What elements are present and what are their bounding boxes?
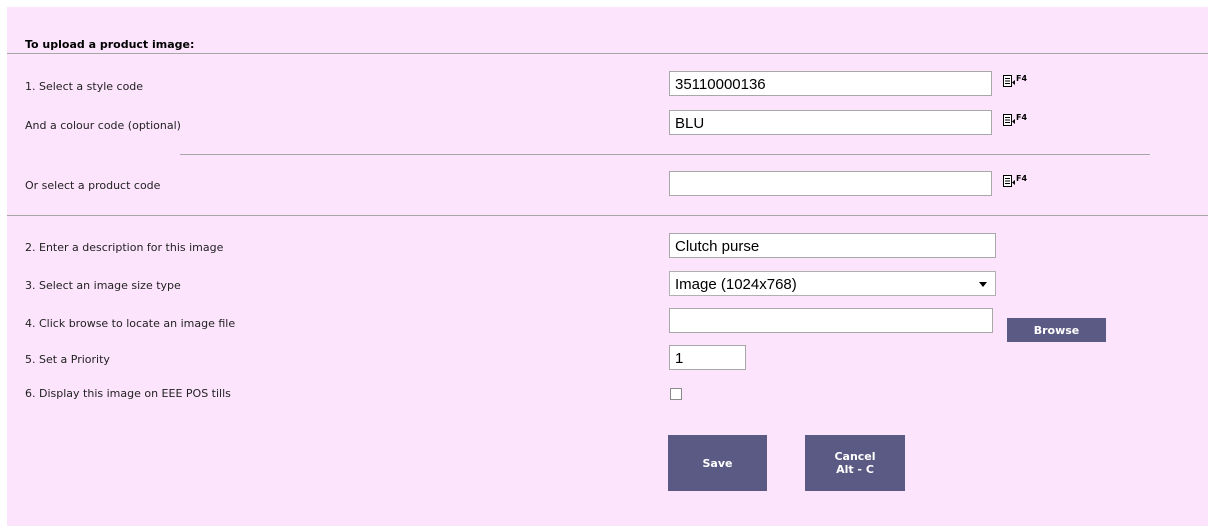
browse-button[interactable]: Browse	[1007, 318, 1106, 342]
style-code-input[interactable]: 35110000136	[669, 71, 992, 96]
divider	[7, 53, 1208, 54]
lookup-key-text: F4	[1016, 174, 1027, 183]
priority-input[interactable]: 1	[669, 345, 746, 370]
style-code-lookup-icon[interactable]: F4	[1002, 74, 1032, 90]
upload-form-panel: To upload a product image: 1. Select a s…	[7, 7, 1208, 526]
style-code-label: 1. Select a style code	[25, 80, 144, 93]
size-type-label: 3. Select an image size type	[25, 279, 181, 292]
chevron-down-icon	[979, 282, 987, 287]
divider	[7, 215, 1208, 216]
colour-code-lookup-icon[interactable]: F4	[1002, 113, 1032, 129]
pos-display-label: 6. Display this image on EEE POS tills	[25, 387, 231, 400]
file-label: 4. Click browse to locate an image file	[25, 317, 236, 330]
size-type-select[interactable]: Image (1024x768)	[669, 271, 996, 296]
save-button[interactable]: Save	[668, 435, 767, 491]
lookup-key-text: F4	[1016, 74, 1027, 83]
form-title: To upload a product image:	[25, 38, 195, 51]
product-code-lookup-icon[interactable]: F4	[1002, 174, 1032, 190]
colour-code-label: And a colour code (optional)	[25, 119, 181, 132]
priority-label: 5. Set a Priority	[25, 353, 110, 366]
pos-display-checkbox[interactable]	[670, 388, 682, 400]
cancel-label: Cancel	[834, 450, 876, 463]
product-code-label: Or select a product code	[25, 179, 161, 192]
description-input[interactable]: Clutch purse	[669, 233, 996, 258]
cancel-button[interactable]: Cancel Alt - C	[805, 435, 905, 491]
lookup-key-text: F4	[1016, 113, 1027, 122]
size-type-selected-value: Image (1024x768)	[675, 276, 797, 293]
description-label: 2. Enter a description for this image	[25, 241, 224, 254]
product-code-input[interactable]	[669, 171, 992, 196]
cancel-shortcut: Alt - C	[836, 463, 874, 476]
colour-code-input[interactable]: BLU	[669, 110, 992, 135]
file-path-input[interactable]	[669, 308, 993, 333]
divider	[180, 154, 1150, 155]
